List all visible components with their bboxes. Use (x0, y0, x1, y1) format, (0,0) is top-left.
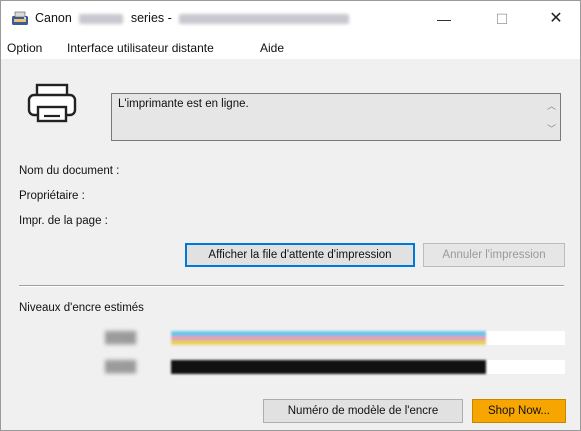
menu-remote-ui[interactable]: Interface utilisateur distante (67, 41, 214, 55)
black-ink-level (171, 360, 487, 374)
document-name-label: Nom du document : (19, 165, 120, 177)
color-ink-level (171, 331, 487, 345)
close-button[interactable]: ✕ (533, 1, 579, 37)
status-message-box[interactable]: L'imprimante est en ligne. ︿ ﹀ (111, 93, 561, 141)
canon-app-icon (12, 11, 28, 25)
black-ink-gauge (171, 360, 565, 374)
title-model-redacted (79, 13, 124, 24)
maximize-button[interactable]: ☐ (479, 1, 525, 37)
printer-status-window: Canon series - — ☐ ✕ Option Interface ut… (0, 0, 581, 431)
shop-now-button[interactable]: Shop Now... (472, 399, 566, 423)
title-port-redacted (179, 13, 350, 24)
color-ink-label-redacted: ████ (105, 332, 137, 344)
menu-option[interactable]: Option (7, 41, 42, 55)
printing-page-label: Impr. de la page : (19, 215, 108, 227)
minimize-button[interactable]: — (421, 1, 467, 37)
show-print-queue-button[interactable]: Afficher la file d'attente d'impression (185, 243, 415, 267)
title-series: series - (130, 11, 172, 25)
menu-help[interactable]: Aide (260, 41, 284, 55)
section-divider (19, 285, 564, 287)
title-bar[interactable]: Canon series - — ☐ ✕ (1, 1, 580, 37)
cancel-printing-button[interactable]: Annuler l'impression (423, 243, 565, 267)
window-title: Canon series - (35, 11, 353, 25)
title-brand: Canon (35, 11, 72, 25)
main-content: L'imprimante est en ligne. ︿ ﹀ Nom du do… (1, 59, 580, 430)
maximize-icon: ☐ (495, 11, 509, 27)
ink-model-number-button[interactable]: Numéro de modèle de l'encre (263, 399, 463, 423)
menu-bar: Option Interface utilisateur distante Ai… (1, 37, 580, 59)
close-icon: ✕ (549, 10, 563, 27)
minimize-icon: — (437, 11, 451, 27)
scroll-down-icon[interactable]: ﹀ (547, 122, 556, 135)
owner-label: Propriétaire : (19, 190, 85, 202)
color-ink-gauge (171, 331, 565, 345)
printer-icon (27, 83, 77, 123)
scroll-up-icon[interactable]: ︿ (547, 99, 556, 112)
status-message: L'imprimante est en ligne. (118, 98, 249, 110)
black-ink-label-redacted: ████ (105, 361, 137, 373)
ink-levels-heading: Niveaux d'encre estimés (19, 302, 144, 314)
